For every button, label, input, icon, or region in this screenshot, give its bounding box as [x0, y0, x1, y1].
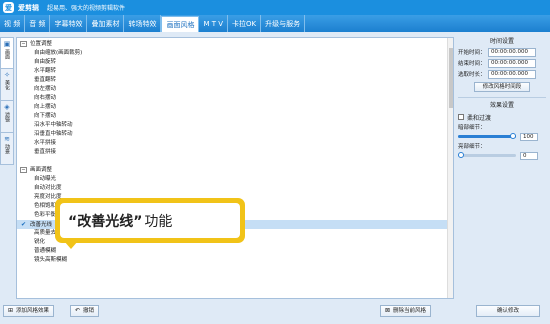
menu-overlay[interactable]: 叠加素材	[87, 15, 125, 32]
menu-subtitle-effects[interactable]: 字幕特效	[50, 15, 88, 32]
slider-knob[interactable]	[510, 133, 516, 139]
tree-group-label: 位置调整	[30, 41, 53, 47]
effects-tree-panel: − 位置调整 自由缩放(画面裁剪) 自由旋转 水平翻转 垂直翻转 向左摆动 向右摆…	[16, 37, 454, 299]
dark-detail-label: 暗部细节：	[458, 125, 486, 131]
tree-item[interactable]: 垂直拼接	[17, 148, 453, 157]
duration-field[interactable]: 00:00:00.000	[488, 69, 536, 79]
soft-transition-row[interactable]: 柔和过渡	[458, 112, 546, 122]
tree-item[interactable]: 镜头高斯模糊	[17, 256, 453, 265]
side-tab-beautify[interactable]: ✧ 美化	[0, 69, 14, 101]
slider-knob[interactable]	[458, 152, 464, 158]
checkmark-icon: ✔	[21, 221, 27, 228]
beautify-icon: ✧	[4, 71, 10, 79]
main-menu-bar: 视 频 音 频 字幕特效 叠加素材 转场特效 画面风格 M T V 卡拉OK 升…	[0, 15, 550, 32]
undo-icon: ↶	[75, 307, 81, 314]
tree-item[interactable]: 向上摆动	[17, 103, 453, 112]
side-tab-label: 美化	[4, 80, 10, 90]
tree-item[interactable]: 自由缩放(画面裁剪)	[17, 49, 453, 58]
menu-mtv[interactable]: M T V	[199, 15, 229, 32]
side-tab-label: 动景	[4, 144, 10, 154]
title-bar: 爱 爱剪辑 超易用、强大的视频剪辑软件	[0, 0, 550, 15]
tree-item[interactable]: 垂直翻转	[17, 76, 453, 85]
app-name: 爱剪辑	[18, 3, 39, 12]
frame-icon: ▣	[3, 40, 11, 48]
scroll-thumb[interactable]	[449, 48, 453, 108]
tree-item[interactable]: 沿垂直中轴转动	[17, 130, 453, 139]
bright-detail-label: 亮部细节：	[458, 144, 486, 150]
side-tabs: ▣ 画面 ✧ 美化 ◈ 滤镜 ≋ 动景	[0, 37, 14, 165]
tree-item[interactable]: 水平拼接	[17, 139, 453, 148]
tree-item-label: 改善光线	[30, 222, 53, 228]
tree-group-label: 画面调整	[30, 167, 53, 173]
bottom-toolbar: ⊞ 添加风格效果 ↶ 撤销 ⊠ 删除当前风格 确认修改	[0, 301, 550, 324]
menu-upgrade[interactable]: 升级与服务	[261, 15, 306, 32]
dark-detail-slider[interactable]	[458, 133, 516, 139]
tree-scrollbar[interactable]	[447, 38, 453, 298]
motion-icon: ≋	[4, 135, 10, 143]
effect-settings-title: 效果设置	[489, 102, 514, 109]
callout-box: “改善光线” 功能	[60, 203, 240, 238]
add-style-button[interactable]: ⊞ 添加风格效果	[3, 305, 55, 317]
filter-icon: ◈	[4, 103, 10, 111]
section-divider	[458, 97, 546, 98]
delete-style-label: 删除当前风格	[393, 308, 427, 314]
content-area: ▣ 画面 ✧ 美化 ◈ 滤镜 ≋ 动景 − 位置调整 自由缩放(画面裁剪) 自由旋…	[0, 32, 550, 324]
slider-fill	[458, 135, 516, 138]
bright-detail-slider[interactable]	[458, 152, 516, 158]
confirm-button[interactable]: 确认修改	[476, 305, 540, 317]
side-tab-label: 滤镜	[4, 112, 10, 122]
start-time-field[interactable]: 00:00:00.000	[488, 47, 536, 57]
add-icon: ⊞	[8, 307, 14, 314]
start-time-label: 开始时间：	[458, 50, 486, 56]
side-tab-label: 画面	[4, 49, 10, 59]
callout-suffix-text: 功能	[144, 213, 173, 230]
side-tab-motion[interactable]: ≋ 动景	[0, 133, 14, 165]
duration-row: 选取时长： 00:00:00.000	[458, 69, 546, 79]
side-tab-frame[interactable]: ▣ 画面	[0, 37, 14, 69]
bright-detail-row: 0	[458, 151, 546, 160]
tree-group-position[interactable]: − 位置调整	[17, 40, 453, 49]
side-tab-filter[interactable]: ◈ 滤镜	[0, 101, 14, 133]
menu-video[interactable]: 视 频	[0, 15, 26, 32]
feature-callout: “改善光线” 功能	[55, 198, 245, 243]
delete-style-button[interactable]: ⊠ 删除当前风格	[380, 305, 432, 317]
menu-transition[interactable]: 转场特效	[124, 15, 162, 32]
start-time-row: 开始时间： 00:00:00.000	[458, 47, 546, 57]
app-tagline: 超易用、强大的视频剪辑软件	[47, 5, 126, 12]
modify-time-button[interactable]: 修改风格时间段	[474, 82, 530, 92]
tree-item[interactable]: 沿水平中轴转动	[17, 121, 453, 130]
callout-pointer	[64, 241, 78, 249]
tree-group-picture-adjust[interactable]: − 画面调整	[17, 166, 453, 175]
soft-transition-checkbox[interactable]	[458, 114, 464, 120]
soft-transition-label: 柔和过渡	[467, 114, 492, 122]
tree-item[interactable]: 水平翻转	[17, 67, 453, 76]
undo-label: 撤销	[83, 308, 95, 314]
tree-item[interactable]: 自由旋转	[17, 58, 453, 67]
menu-picture-style[interactable]: 画面风格	[161, 16, 200, 32]
tree-item[interactable]: 自动曝光	[17, 175, 453, 184]
add-style-label: 添加风格效果	[16, 308, 50, 314]
tree-item[interactable]: 自动对比度	[17, 184, 453, 193]
time-settings-title: 时间设置	[489, 38, 514, 45]
tree-item[interactable]: 向右摆动	[17, 94, 453, 103]
dark-detail-row: 100	[458, 132, 546, 141]
duration-label: 选取时长：	[458, 72, 486, 78]
undo-button[interactable]: ↶ 撤销	[70, 305, 100, 317]
app-logo-icon: 爱	[3, 2, 14, 13]
collapse-toggle-icon[interactable]: −	[20, 40, 27, 47]
end-time-row: 结束时间： 00:00:00.000	[458, 58, 546, 68]
collapse-toggle-icon[interactable]: −	[20, 166, 27, 173]
bright-detail-value[interactable]: 0	[520, 151, 538, 160]
tree-item[interactable]: 向左摆动	[17, 85, 453, 94]
tree-item[interactable]: 普通模糊	[17, 247, 453, 256]
menu-karaoke[interactable]: 卡拉OK	[228, 15, 262, 32]
end-time-label: 结束时间：	[458, 61, 486, 67]
menu-audio[interactable]: 音 频	[25, 15, 51, 32]
end-time-field[interactable]: 00:00:00.000	[488, 58, 536, 68]
delete-icon: ⊠	[385, 307, 391, 314]
dark-detail-value[interactable]: 100	[520, 132, 538, 141]
settings-panel: 时间设置 开始时间： 00:00:00.000 结束时间： 00:00:00.0…	[458, 37, 546, 299]
callout-highlight-text: “改善光线”	[68, 213, 143, 230]
tree-item[interactable]: 向下摆动	[17, 112, 453, 121]
